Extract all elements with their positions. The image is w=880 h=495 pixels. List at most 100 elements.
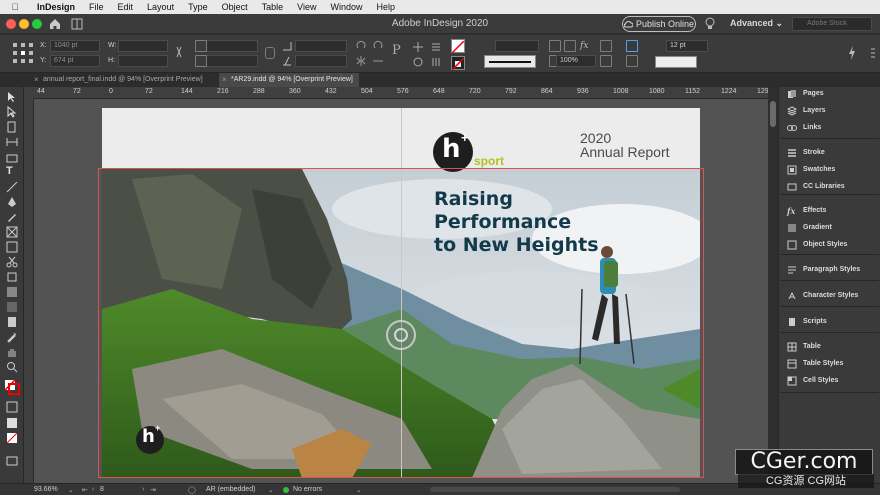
menu-view[interactable]: View — [290, 0, 323, 14]
x-position-field[interactable]: 1040 pt — [50, 40, 100, 52]
fill-stroke-swatch-icon[interactable] — [4, 379, 20, 395]
profile-dropdown-chevron-icon[interactable]: ⌄ — [268, 486, 274, 494]
tab-ar29[interactable]: × *AR29.indd @ 94% [Overprint Preview] — [219, 73, 359, 87]
reference-point-icon[interactable] — [12, 42, 34, 64]
panel-gradient[interactable]: Gradient — [787, 221, 877, 235]
ruler-origin[interactable] — [24, 87, 34, 99]
note-tool-icon[interactable] — [6, 316, 18, 328]
fit-frame-icon[interactable] — [564, 40, 576, 52]
rectangle-frame-tool-icon[interactable] — [6, 226, 18, 238]
free-transform-tool-icon[interactable] — [6, 271, 18, 283]
fx-effects-icon[interactable]: fx — [580, 41, 588, 51]
menu-layout[interactable]: Layout — [140, 0, 181, 14]
reference-p-icon[interactable]: P — [392, 43, 401, 58]
scissors-tool-icon[interactable] — [6, 256, 18, 268]
select-container-icon[interactable] — [412, 41, 424, 53]
headline-line-3[interactable]: to New Heights — [434, 234, 599, 256]
apply-none-icon[interactable] — [6, 432, 18, 444]
direct-selection-tool-icon[interactable] — [6, 106, 18, 118]
width-field[interactable] — [118, 40, 168, 52]
rotate-clockwise-icon[interactable] — [355, 40, 367, 52]
scale-y-field[interactable] — [206, 55, 258, 67]
panel-object-styles[interactable]: Object Styles — [787, 238, 877, 252]
panel-scripts[interactable]: Scripts — [787, 315, 877, 329]
panel-menu-icon[interactable] — [870, 47, 876, 61]
shear-field[interactable] — [295, 55, 347, 67]
selection-tool-icon[interactable] — [6, 91, 18, 103]
select-next-icon[interactable] — [430, 56, 442, 68]
apply-color-icon[interactable] — [6, 417, 18, 429]
y-position-field[interactable]: 674 pt — [50, 55, 100, 67]
last-page-icon[interactable]: ⇥ — [150, 486, 156, 494]
zoom-tool-icon[interactable] — [6, 361, 18, 373]
menu-file[interactable]: File — [82, 0, 111, 14]
formatting-container-icon[interactable] — [6, 401, 18, 413]
lightbulb-icon[interactable] — [704, 17, 716, 31]
line-tool-icon[interactable] — [6, 181, 18, 193]
previous-page-icon[interactable]: ‹ — [92, 486, 94, 493]
workspace-switcher[interactable]: Advanced ⌄ — [730, 18, 783, 29]
document-spread[interactable]: h + sport 2020 Annual Report Raising Per… — [102, 108, 700, 478]
panel-swatches[interactable]: Swatches — [787, 163, 877, 177]
frame-fitting-icon[interactable] — [626, 40, 638, 52]
panel-cell-styles[interactable]: Cell Styles — [787, 374, 877, 388]
menu-help[interactable]: Help — [370, 0, 403, 14]
height-field[interactable] — [118, 55, 168, 67]
first-page-icon[interactable]: ⇤ — [82, 486, 88, 494]
select-previous-icon[interactable] — [430, 41, 442, 53]
panel-cc-libraries[interactable]: CC Libraries — [787, 180, 877, 194]
type-tool-icon[interactable]: T — [6, 165, 18, 177]
pen-tool-icon[interactable] — [6, 196, 18, 208]
opacity-field[interactable]: 100% — [556, 55, 596, 67]
publish-online-button[interactable]: Publish Online — [622, 16, 696, 32]
document-canvas[interactable]: h + sport 2020 Annual Report Raising Per… — [34, 99, 768, 483]
stroke-swatch[interactable] — [451, 56, 465, 71]
adobe-stock-search-input[interactable]: Adobe Stock — [792, 17, 872, 31]
preflight-status-text[interactable]: No errors — [293, 486, 322, 493]
close-tab-icon[interactable]: × — [34, 73, 39, 87]
page-tool-icon[interactable] — [6, 121, 18, 133]
menu-table[interactable]: Table — [255, 0, 291, 14]
auto-fit-icon[interactable] — [626, 55, 638, 67]
corner-size-field[interactable]: 12 pt — [666, 40, 708, 52]
hand-tool-icon[interactable] — [6, 346, 18, 358]
flip-vertical-icon[interactable] — [372, 55, 384, 67]
close-tab-icon[interactable]: × — [222, 73, 227, 87]
menu-window[interactable]: Window — [323, 0, 369, 14]
text-wrap-icon[interactable] — [549, 40, 561, 52]
panel-paragraph-styles[interactable]: Paragraph Styles — [787, 263, 877, 277]
pencil-tool-icon[interactable] — [6, 211, 18, 223]
corner-shape-dropdown[interactable] — [655, 56, 697, 68]
corner-options-icon[interactable] — [600, 55, 612, 67]
rotate-counterclockwise-icon[interactable] — [372, 40, 384, 52]
flip-horizontal-icon[interactable] — [355, 55, 367, 67]
link-scale-icon[interactable] — [265, 47, 275, 59]
preflight-menu-chevron-icon[interactable]: ⌄ — [356, 486, 362, 494]
screen-mode-icon[interactable] — [6, 455, 18, 467]
panel-effects[interactable]: fx Effects — [787, 204, 877, 218]
vertical-scrollbar[interactable] — [768, 87, 778, 483]
scrollbar-thumb[interactable] — [770, 101, 776, 127]
panel-pages[interactable]: Pages — [787, 87, 877, 101]
menu-edit[interactable]: Edit — [111, 0, 141, 14]
stroke-weight-field[interactable] — [495, 40, 539, 52]
eyedropper-tool-icon[interactable] — [6, 331, 18, 343]
panel-character-styles[interactable]: Character Styles — [787, 289, 877, 303]
page-number-field[interactable]: 8 — [100, 486, 104, 493]
lightning-icon[interactable] — [847, 45, 857, 61]
constrain-proportions-icon[interactable] — [174, 45, 184, 59]
zoom-level-field[interactable]: 93.66% — [34, 486, 58, 493]
horizontal-scrollbar[interactable] — [430, 487, 680, 492]
menu-object[interactable]: Object — [215, 0, 255, 14]
rotation-field[interactable] — [295, 40, 347, 52]
panel-stroke[interactable]: Stroke — [787, 146, 877, 160]
menu-type[interactable]: Type — [181, 0, 215, 14]
fill-swatch[interactable] — [451, 39, 465, 54]
select-content-icon[interactable] — [412, 56, 424, 68]
panel-table[interactable]: Table — [787, 340, 877, 354]
panel-links[interactable]: Links — [787, 121, 877, 135]
vertical-ruler[interactable] — [24, 99, 34, 483]
gradient-feather-tool-icon[interactable] — [6, 301, 18, 313]
object-style-icon[interactable] — [600, 40, 612, 52]
horizontal-ruler[interactable]: 44 72 0 72 144 216 288 360 432 504 576 648 720 792 864… — [34, 87, 768, 99]
